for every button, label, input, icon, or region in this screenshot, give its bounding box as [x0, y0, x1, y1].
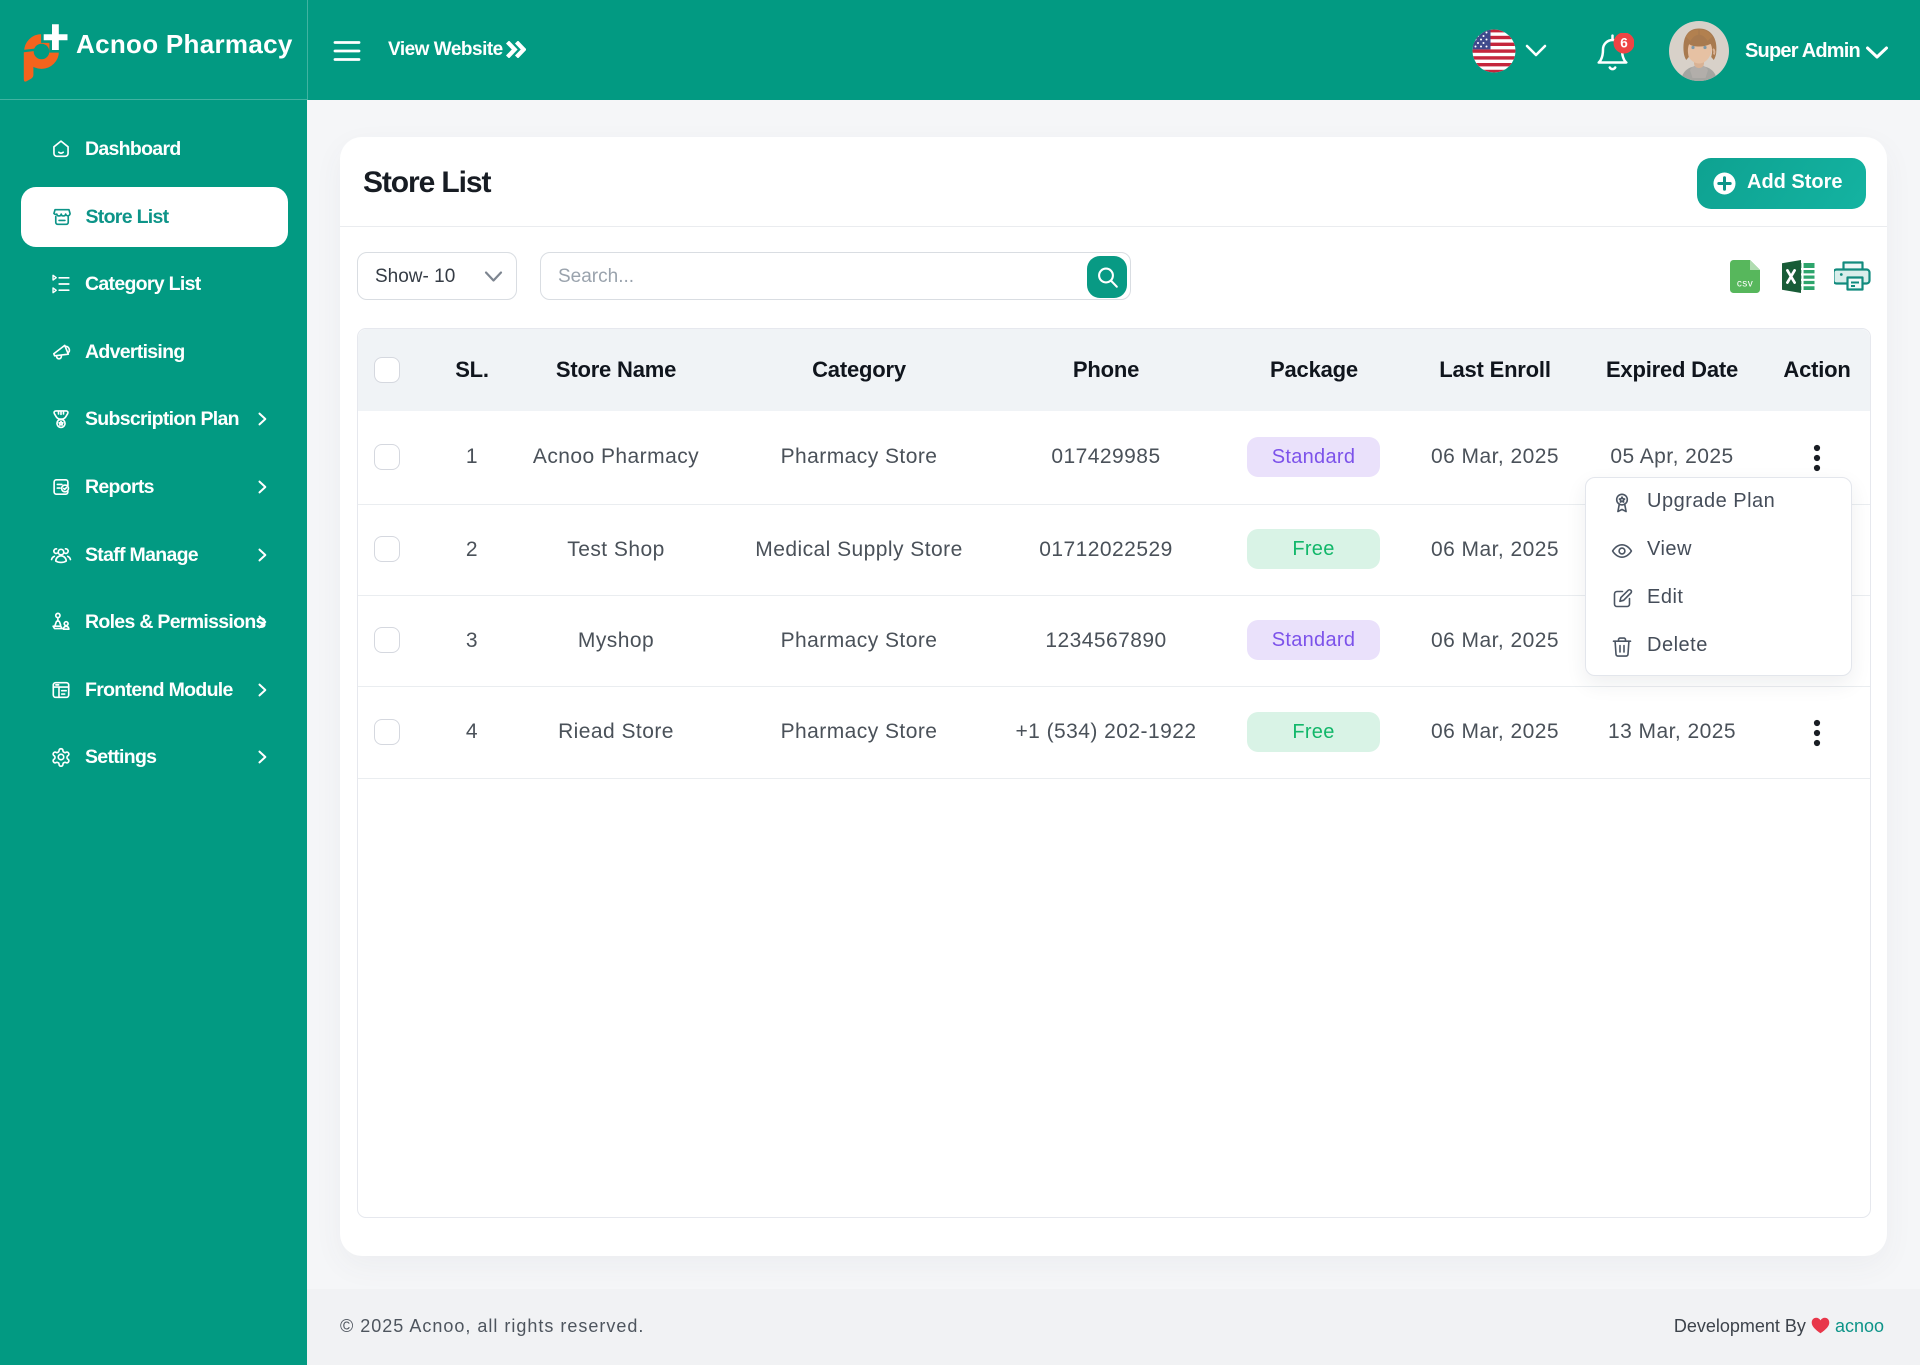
svg-text:6: 6 — [1620, 36, 1628, 51]
svg-text:csv: csv — [1737, 279, 1753, 290]
